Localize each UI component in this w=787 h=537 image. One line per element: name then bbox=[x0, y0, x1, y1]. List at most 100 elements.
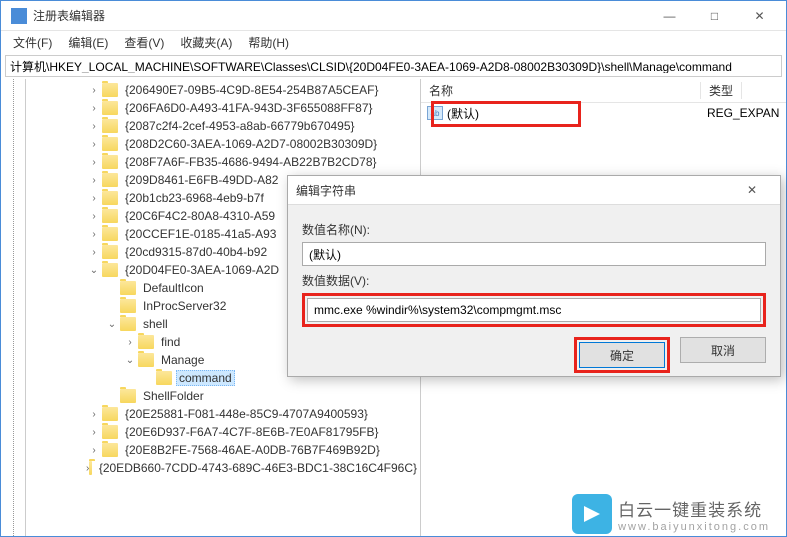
dialog-close-button[interactable]: ✕ bbox=[732, 176, 772, 204]
tree-item[interactable]: › {206490E7-09B5-4C9D-8E54-254B87A5CEAF} bbox=[26, 81, 420, 99]
tree-item[interactable]: › {20E6D937-F6A7-4C7F-8E6B-7E0AF81795FB} bbox=[26, 423, 420, 441]
minimize-button[interactable]: — bbox=[647, 1, 692, 30]
col-name[interactable]: 名称 bbox=[421, 82, 701, 99]
tree-toggle-icon[interactable]: › bbox=[86, 445, 102, 456]
tree-item-label: find bbox=[158, 334, 183, 350]
tree-toggle-icon[interactable]: › bbox=[86, 193, 102, 204]
watermark-logo-icon bbox=[572, 494, 612, 534]
folder-icon bbox=[138, 335, 154, 349]
tree-toggle-icon[interactable]: › bbox=[86, 247, 102, 258]
tree-toggle-icon[interactable]: › bbox=[86, 139, 102, 150]
folder-icon bbox=[102, 227, 118, 241]
tree-toggle-icon[interactable]: › bbox=[86, 409, 102, 420]
watermark-line1: 白云一键重装系统 bbox=[618, 496, 770, 521]
tree-toggle-icon[interactable]: ⌄ bbox=[104, 319, 120, 330]
tree-item[interactable]: › {2087c2f4-2cef-4953-a8ab-66779b670495} bbox=[26, 117, 420, 135]
menu-edit[interactable]: 编辑(E) bbox=[60, 32, 116, 53]
nav-gutter bbox=[1, 79, 26, 536]
tree-item-label: {20E6D937-F6A7-4C7F-8E6B-7E0AF81795FB} bbox=[122, 424, 381, 440]
folder-icon bbox=[102, 245, 118, 259]
folder-icon bbox=[102, 155, 118, 169]
tree-item[interactable]: ›{208F7A6F-FB35-4686-9494-AB22B7B2CD78} bbox=[26, 153, 420, 171]
value-name-label: 数值名称(N): bbox=[302, 221, 766, 238]
tree-toggle-icon[interactable]: ⌄ bbox=[86, 265, 102, 276]
tree-item[interactable]: ShellFolder bbox=[26, 387, 420, 405]
cancel-button[interactable]: 取消 bbox=[680, 337, 766, 363]
app-icon bbox=[11, 8, 27, 24]
tree-item-label: InProcServer32 bbox=[140, 298, 229, 314]
tree-item-label: {206490E7-09B5-4C9D-8E54-254B87A5CEAF} bbox=[122, 82, 382, 98]
maximize-button[interactable]: □ bbox=[692, 1, 737, 30]
folder-icon bbox=[102, 191, 118, 205]
tree-item-label: {20CCEF1E-0185-41a5-A93 bbox=[122, 226, 279, 242]
titlebar: 注册表编辑器 — □ ✕ bbox=[1, 1, 786, 31]
folder-icon bbox=[102, 137, 118, 151]
list-header: 名称 类型 bbox=[421, 79, 786, 103]
tree-toggle-icon[interactable]: › bbox=[86, 157, 102, 168]
folder-icon bbox=[102, 101, 118, 115]
tree-item-label: {20E25881-F081-448e-85C9-4707A9400593} bbox=[122, 406, 371, 422]
tree-item-label: command bbox=[176, 370, 235, 386]
folder-icon bbox=[102, 119, 118, 133]
dialog-buttons: 确定 取消 bbox=[288, 337, 780, 387]
tree-item[interactable]: ›{20EDB660-7CDD-4743-689C-46E3-BDC1-38C1… bbox=[26, 459, 420, 477]
address-input[interactable] bbox=[10, 59, 777, 73]
tree-toggle-icon[interactable]: › bbox=[86, 211, 102, 222]
menubar: 文件(F) 编辑(E) 查看(V) 收藏夹(A) 帮助(H) bbox=[1, 31, 786, 53]
watermark: 白云一键重装系统 www.baiyunxitong.com bbox=[572, 494, 770, 534]
tree-toggle-icon[interactable]: › bbox=[86, 229, 102, 240]
tree-toggle-icon[interactable]: › bbox=[122, 337, 138, 348]
folder-icon bbox=[102, 407, 118, 421]
tree-toggle-icon[interactable]: › bbox=[86, 103, 102, 114]
value-name-input[interactable] bbox=[302, 242, 766, 266]
tree-toggle-icon[interactable]: › bbox=[86, 85, 102, 96]
address-bar[interactable] bbox=[5, 55, 782, 77]
tree-item-label: {20cd9315-87d0-40b4-b92 bbox=[122, 244, 270, 260]
dialog-titlebar: 编辑字符串 ✕ bbox=[288, 176, 780, 205]
tree-item[interactable]: ›{208D2C60-3AEA-1069-A2D7-08002B30309D} bbox=[26, 135, 420, 153]
watermark-line2: www.baiyunxitong.com bbox=[618, 521, 770, 533]
highlight-ok: 确定 bbox=[574, 337, 670, 373]
tree-item[interactable]: › {20E25881-F081-448e-85C9-4707A9400593} bbox=[26, 405, 420, 423]
close-button[interactable]: ✕ bbox=[737, 1, 782, 30]
folder-icon bbox=[102, 425, 118, 439]
folder-icon bbox=[120, 389, 136, 403]
tree-toggle-icon[interactable]: ⌄ bbox=[122, 355, 138, 366]
folder-icon bbox=[89, 461, 91, 475]
folder-icon bbox=[120, 281, 136, 295]
edit-string-dialog: 编辑字符串 ✕ 数值名称(N): 数值数据(V): 确定 取消 bbox=[287, 175, 781, 377]
tree-item-label: {20EDB660-7CDD-4743-689C-46E3-BDC1-38C16… bbox=[96, 460, 420, 476]
tree-item-label: {209D8461-E6FB-49DD-A82 bbox=[122, 172, 281, 188]
tree-toggle-icon[interactable]: › bbox=[86, 121, 102, 132]
tree-item[interactable]: › {20E8B2FE-7568-46AE-A0DB-76B7F469B92D} bbox=[26, 441, 420, 459]
folder-icon bbox=[138, 353, 154, 367]
tree-item-label: {20b1cb23-6968-4eb9-b7f bbox=[122, 190, 267, 206]
folder-icon bbox=[120, 299, 136, 313]
menu-file[interactable]: 文件(F) bbox=[5, 32, 60, 53]
tree-toggle-icon[interactable]: › bbox=[86, 175, 102, 186]
tree-item-label: ShellFolder bbox=[140, 388, 207, 404]
tree-item[interactable]: › {206FA6D0-A493-41FA-943D-3F655088FF87} bbox=[26, 99, 420, 117]
tree-item-label: {20E8B2FE-7568-46AE-A0DB-76B7F469B92D} bbox=[122, 442, 383, 458]
tree-item-label: {2087c2f4-2cef-4953-a8ab-66779b670495} bbox=[122, 118, 358, 134]
folder-icon bbox=[156, 371, 172, 385]
folder-icon bbox=[120, 317, 136, 331]
value-data-label: 数值数据(V): bbox=[302, 272, 766, 289]
tree-item-label: {20D04FE0-3AEA-1069-A2D bbox=[122, 262, 282, 278]
folder-icon bbox=[102, 173, 118, 187]
highlight-default-value bbox=[431, 101, 581, 127]
menu-help[interactable]: 帮助(H) bbox=[240, 32, 297, 53]
tree-toggle-icon[interactable]: › bbox=[86, 427, 102, 438]
value-data-input[interactable] bbox=[307, 298, 761, 322]
ok-button[interactable]: 确定 bbox=[579, 342, 665, 368]
tree-item-label: {206FA6D0-A493-41FA-943D-3F655088FF87} bbox=[122, 100, 376, 116]
tree-item-label: shell bbox=[140, 316, 171, 332]
tree-item-label: DefaultIcon bbox=[140, 280, 207, 296]
highlight-value-data bbox=[302, 293, 766, 327]
menu-view[interactable]: 查看(V) bbox=[116, 32, 172, 53]
menu-favorites[interactable]: 收藏夹(A) bbox=[172, 32, 240, 53]
folder-icon bbox=[102, 443, 118, 457]
tree-item-label: Manage bbox=[158, 352, 207, 368]
col-type[interactable]: 类型 bbox=[701, 82, 742, 99]
value-type-cell: REG_EXPAN bbox=[707, 106, 779, 120]
